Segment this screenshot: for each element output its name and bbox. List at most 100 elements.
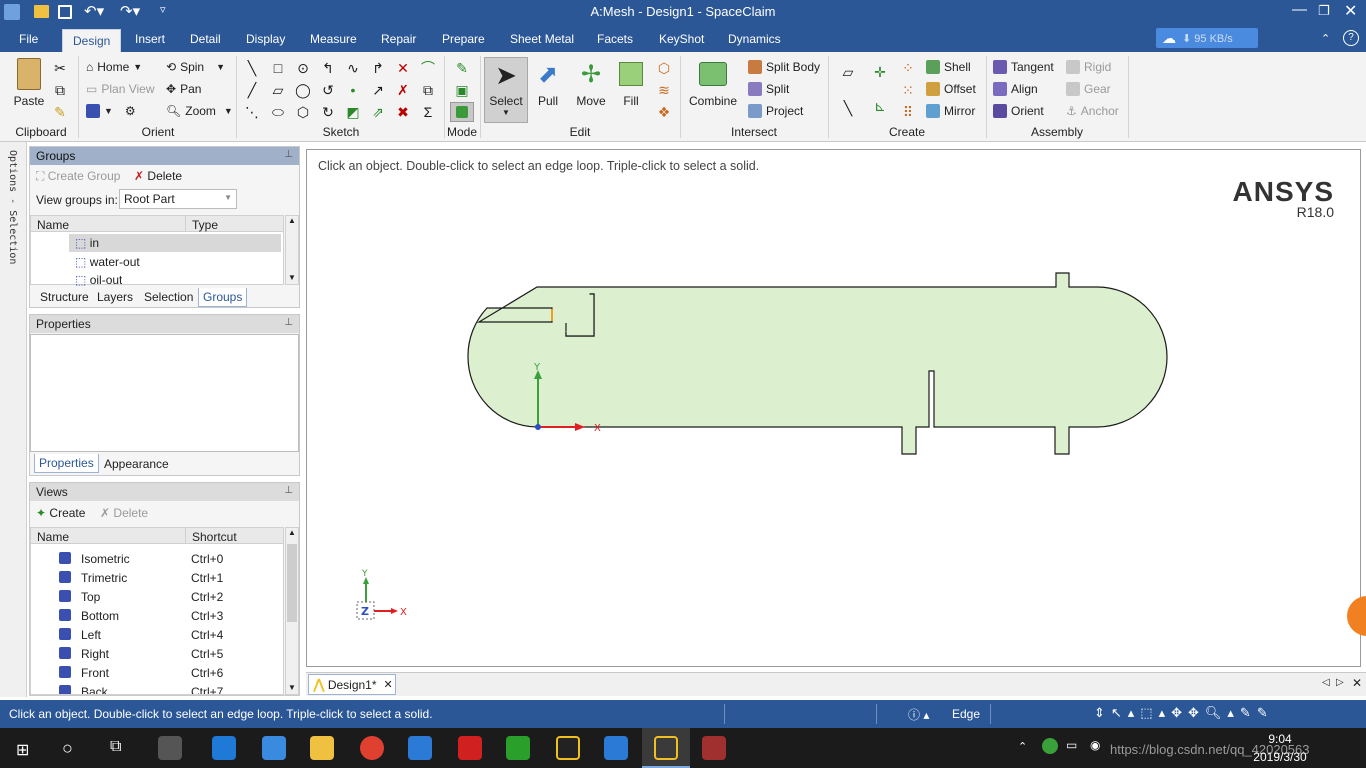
delete-view-button[interactable]: ✗ Delete — [100, 506, 148, 520]
col-name-header[interactable]: Name — [31, 216, 185, 232]
scroll-down-icon[interactable]: ▼ — [286, 683, 298, 692]
tangent-button[interactable]: Tangent — [993, 60, 1054, 74]
ellipse-tool-icon[interactable]: ⬭ — [270, 104, 286, 120]
status-tool-icons[interactable]: ⇕↖▴⬚▴✥✥🔍︎▴✎✎ — [1094, 705, 1274, 721]
doc-tab-design1[interactable]: ⋀ Design1* ✕ — [308, 674, 396, 695]
tangent-arc-icon[interactable]: ↱ — [370, 60, 386, 76]
pull-button[interactable]: ⬈ Pull — [533, 60, 563, 108]
wechat-icon[interactable] — [506, 736, 530, 760]
split-button[interactable]: Split — [748, 82, 789, 96]
close-tab-icon[interactable]: ✕ — [384, 678, 393, 691]
tab-prepare[interactable]: Prepare — [442, 32, 485, 46]
anchor-button[interactable]: ⚓ Anchor — [1066, 104, 1119, 118]
delete-group-button[interactable]: ✗ Delete — [134, 169, 182, 183]
tab-keyshot[interactable]: KeyShot — [659, 32, 704, 46]
plan-view-button[interactable]: ▭ Plan View — [86, 82, 155, 96]
equation-icon[interactable]: Σ — [420, 104, 436, 120]
tab-sheet-metal[interactable]: Sheet Metal — [510, 32, 574, 46]
scroll-up-icon[interactable]: ▲ — [286, 528, 298, 537]
pin-icon[interactable]: ⊥ — [284, 485, 293, 496]
split-line-icon[interactable]: ✖ — [395, 104, 411, 120]
copy-icon[interactable]: ⧉ — [52, 82, 68, 98]
views-scrollbar[interactable]: ▲ ▼ — [285, 527, 299, 695]
zoom-button[interactable]: 🔍︎ Zoom ▼ — [166, 104, 233, 118]
spin-button[interactable]: ⟲ Spin ▼ — [166, 60, 225, 74]
scroll-down-icon[interactable]: ▼ — [286, 273, 298, 282]
origin-icon[interactable]: ⊾ — [872, 98, 888, 114]
app-star-icon[interactable] — [408, 736, 432, 760]
ribbon-collapse-icon[interactable]: ⌃ — [1321, 32, 1330, 45]
groups-scrollbar[interactable]: ▲ ▼ — [285, 215, 299, 285]
linear-pattern-icon[interactable]: ⁘ — [900, 60, 916, 76]
offset-curve-icon[interactable]: ↻ — [320, 104, 336, 120]
view-row[interactable]: Left Ctrl+4 — [31, 626, 283, 644]
point-icon[interactable]: • — [345, 82, 361, 98]
tab-groups[interactable]: Groups — [198, 288, 248, 307]
shell-button[interactable]: Shell — [926, 60, 971, 74]
sketch-mode-icon[interactable]: ⧉ — [420, 82, 436, 98]
create-group-button[interactable]: ⛶ Create Group — [36, 169, 120, 184]
file-menu[interactable]: File — [19, 32, 38, 46]
line-tool-icon[interactable]: ╲ — [244, 60, 260, 76]
fill-pattern-icon[interactable]: ⠿ — [900, 104, 916, 120]
clock-date[interactable]: 2019/3/30 — [1238, 750, 1322, 764]
combine-button[interactable]: Combine — [688, 60, 738, 108]
close-button[interactable]: ✕ — [1344, 1, 1357, 21]
rigid-button[interactable]: Rigid — [1066, 60, 1111, 74]
pin-icon[interactable]: ⊥ — [284, 149, 293, 160]
split-body-button[interactable]: Split Body — [748, 60, 820, 74]
close-all-tabs-icon[interactable]: ✕ — [1352, 676, 1362, 690]
view-row[interactable]: Front Ctrl+6 — [31, 664, 283, 682]
tangent-line-icon[interactable]: ╱ — [244, 82, 260, 98]
bend-icon[interactable]: ⌒ — [420, 60, 436, 76]
group-item[interactable]: ⬚ water-out — [75, 255, 140, 269]
restore-button[interactable]: ❐ — [1318, 3, 1330, 19]
tab-display[interactable]: Display — [246, 32, 285, 46]
design-canvas[interactable]: Click an object. Double-click to select … — [306, 149, 1366, 667]
circular-pattern-icon[interactable]: ⁙ — [900, 82, 916, 98]
three-point-arc-icon[interactable]: ↗ — [370, 82, 386, 98]
tab-selection[interactable]: Selection — [144, 290, 193, 304]
three-point-circle-icon[interactable]: ◯ — [295, 82, 311, 98]
scroll-up-icon[interactable]: ▲ — [286, 216, 298, 225]
tab-detail[interactable]: Detail — [190, 32, 221, 46]
view-row[interactable]: Right Ctrl+5 — [31, 645, 283, 663]
trim-icon[interactable]: ✕ — [395, 60, 411, 76]
cortana-icon[interactable]: ○ — [62, 738, 73, 759]
project-button[interactable]: Project — [748, 104, 803, 118]
view-row[interactable]: Bottom Ctrl+3 — [31, 607, 283, 625]
windows-start-icon[interactable]: ⊞ — [16, 740, 29, 760]
views-col-shortcut-header[interactable]: Shortcut — [185, 528, 283, 544]
blend-icon[interactable]: ≋ — [656, 82, 672, 98]
view-row[interactable]: Back Ctrl+7 — [31, 683, 283, 694]
info-icon[interactable]: ⓘ ▴ — [908, 706, 929, 723]
app-car-icon[interactable] — [702, 736, 726, 760]
orient-button[interactable]: Orient — [993, 104, 1044, 118]
view-row[interactable]: Top Ctrl+2 — [31, 588, 283, 606]
create-view-button[interactable]: ✦ Create — [36, 506, 85, 520]
store-icon[interactable] — [262, 736, 286, 760]
scroll-thumb[interactable] — [287, 544, 297, 622]
tray-app-icon[interactable] — [1042, 738, 1058, 754]
move-button[interactable]: ✢ Move — [574, 60, 608, 108]
axis-icon[interactable]: ╲ — [840, 100, 856, 116]
tab-structure[interactable]: Structure — [40, 290, 89, 304]
section-mode-icon[interactable]: ▣ — [454, 82, 470, 98]
tab-appearance[interactable]: Appearance — [104, 457, 169, 471]
spaceclaim-active-task[interactable] — [642, 728, 690, 768]
task-view-icon[interactable]: ⧉ — [110, 738, 121, 756]
clock-time[interactable]: 9:04 — [1250, 732, 1310, 746]
group-item[interactable]: ⬚ in — [75, 236, 99, 250]
rectangle-tool-icon[interactable]: □ — [270, 60, 286, 76]
construction-line-icon[interactable]: ⋱ — [244, 104, 260, 120]
tray-expand-icon[interactable]: ⌃ — [1018, 740, 1027, 753]
tab-design[interactable]: Design — [62, 29, 122, 52]
cut-icon[interactable]: ✂ — [52, 60, 68, 76]
pan-button[interactable]: ✥ Pan — [166, 82, 201, 96]
tab-layers[interactable]: Layers — [97, 290, 133, 304]
app-red-icon[interactable] — [458, 736, 482, 760]
tab-measure[interactable]: Measure — [310, 32, 357, 46]
tab-dynamics[interactable]: Dynamics — [728, 32, 781, 46]
pin-icon[interactable]: ⊥ — [284, 317, 293, 328]
offset-button[interactable]: Offset — [926, 82, 976, 96]
